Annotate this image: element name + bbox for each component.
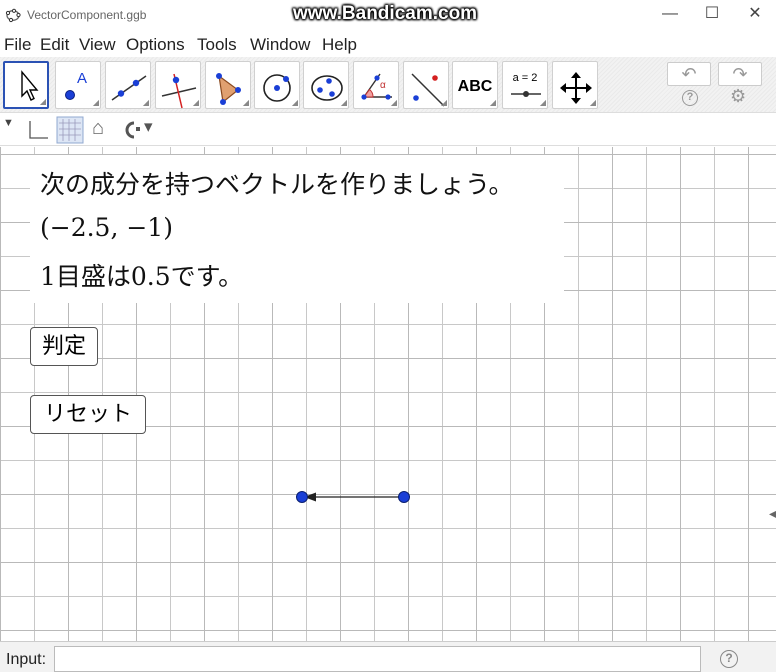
chevron-down-icon[interactable]: ▾ bbox=[144, 117, 153, 137]
input-field[interactable] bbox=[54, 646, 701, 672]
tool-text[interactable]: ABC ◢ bbox=[452, 61, 498, 109]
redo-button[interactable]: ↷ bbox=[718, 62, 762, 86]
tool-point[interactable]: A ◢ bbox=[55, 61, 101, 109]
side-panel-handle[interactable]: ◀ bbox=[769, 509, 776, 520]
input-bar: Input: ? bbox=[0, 641, 776, 672]
help-icon[interactable]: ? bbox=[682, 90, 698, 106]
show-grid-icon[interactable] bbox=[56, 116, 84, 144]
tool-line[interactable]: ◢ bbox=[105, 61, 151, 109]
tool-angle[interactable]: α ◢ bbox=[353, 61, 399, 109]
tool-move-view[interactable]: ◢ bbox=[552, 61, 598, 109]
menu-options[interactable]: Options bbox=[126, 35, 185, 55]
geogebra-logo-icon bbox=[5, 8, 21, 23]
watermark: www.Bandicam.com bbox=[293, 3, 478, 24]
input-help-icon[interactable]: ? bbox=[720, 650, 738, 668]
point-capturing-icon[interactable] bbox=[120, 120, 142, 140]
tool-perpendicular[interactable]: ◢ bbox=[155, 61, 201, 109]
close-button[interactable]: ✕ bbox=[740, 4, 770, 24]
tool-reflect[interactable]: ◢ bbox=[403, 61, 449, 109]
show-axes-icon[interactable] bbox=[26, 118, 50, 142]
toolbar: ◢ A ◢ ◢ ◢ ◢ ◢ ◢ α ◢ ◢ ABC ◢ a = 2 ◢ ◢ ↶ … bbox=[0, 57, 776, 113]
window-title: VectorComponent.ggb bbox=[27, 8, 147, 22]
undo-button[interactable]: ↶ bbox=[667, 62, 711, 86]
maximize-button[interactable]: ☐ bbox=[697, 4, 727, 24]
menu-window[interactable]: Window bbox=[250, 35, 310, 55]
text-tool-label: ABC bbox=[457, 78, 493, 95]
input-label: Input: bbox=[6, 651, 47, 668]
menu-help[interactable]: Help bbox=[322, 35, 357, 55]
menu-view[interactable]: View bbox=[79, 35, 116, 55]
title-bar: VectorComponent.ggb www.Bandicam.com — ☐… bbox=[0, 0, 776, 30]
home-icon[interactable]: ⌂ bbox=[92, 117, 104, 140]
vector-tail-point[interactable] bbox=[398, 491, 410, 503]
toggle-style-bar-icon[interactable]: ▼ bbox=[3, 117, 14, 129]
menu-edit[interactable]: Edit bbox=[40, 35, 69, 55]
vector-head-point[interactable] bbox=[296, 491, 308, 503]
menu-tools[interactable]: Tools bbox=[197, 35, 237, 55]
menu-bar: File Edit View Options Tools Window Help bbox=[0, 31, 776, 57]
tool-move[interactable]: ◢ bbox=[3, 61, 49, 109]
style-bar: ▼ ⌂ ▾ bbox=[0, 114, 776, 146]
gear-icon[interactable]: ⚙ bbox=[730, 86, 746, 107]
tool-slider[interactable]: a = 2 ◢ bbox=[502, 61, 548, 109]
vector-canvas bbox=[296, 491, 410, 503]
tool-polygon[interactable]: ◢ bbox=[205, 61, 251, 109]
graphics-view[interactable]: 次の成分を持つベクトルを作りましょう。 (−2.5, −1) 1目盛は0.5です… bbox=[0, 147, 776, 641]
tool-circle[interactable]: ◢ bbox=[254, 61, 300, 109]
minimize-button[interactable]: — bbox=[655, 4, 685, 24]
tool-ellipse[interactable]: ◢ bbox=[303, 61, 349, 109]
menu-file[interactable]: File bbox=[4, 35, 31, 55]
